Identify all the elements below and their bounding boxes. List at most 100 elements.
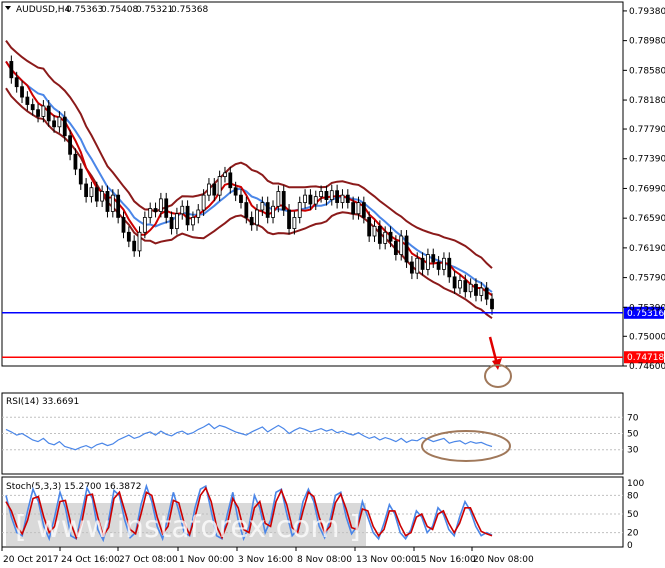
candle-body — [52, 120, 56, 128]
candle-body — [287, 209, 291, 229]
price-tick-label: 0.77390 — [629, 155, 665, 165]
candle-body — [30, 104, 35, 111]
candle-body — [223, 172, 227, 177]
candle-body — [73, 153, 78, 170]
candle-body — [233, 187, 238, 196]
candle-body — [185, 205, 190, 226]
ohlc-close: 0.75368 — [171, 5, 208, 15]
candle-body — [207, 183, 211, 196]
rsi-axis: 70 50 30 — [627, 413, 639, 455]
stoch-tick-label: 100 — [627, 479, 644, 489]
candle-body — [158, 198, 163, 212]
candle-body — [345, 194, 350, 203]
candle-body — [148, 208, 153, 218]
time-tick-label: 8 Nov 08:00 — [297, 555, 352, 565]
candle-body — [9, 61, 14, 79]
candle-body — [201, 194, 206, 211]
price-tick-label: 0.79380 — [629, 7, 665, 17]
stoch-tick-label: 20 — [627, 529, 639, 539]
candle-body — [426, 254, 430, 270]
price-title: AUDUSD,H4 — [16, 5, 71, 15]
candle-body — [447, 257, 452, 278]
candle-body — [452, 276, 457, 289]
candle-body — [404, 235, 409, 263]
candle-body — [442, 257, 446, 270]
price-tick-label: 0.77790 — [629, 125, 665, 135]
ohlc-open: 0.75363 — [66, 5, 103, 15]
time-tick-label: 15 Nov 16:00 — [415, 555, 476, 565]
candle-body — [276, 191, 281, 207]
candle-body — [335, 190, 340, 203]
candle-body — [351, 202, 356, 215]
price-tick-label: 0.78980 — [629, 37, 665, 47]
candle-body — [388, 231, 393, 242]
candle-body — [153, 208, 158, 212]
rsi-tick-label: 50 — [627, 430, 639, 440]
candle-body — [89, 187, 94, 198]
candle-body — [292, 217, 297, 229]
candle-body — [377, 225, 382, 244]
ohlc-high: 0.75408 — [101, 5, 138, 15]
candle-body — [271, 205, 275, 218]
candle-body — [57, 116, 62, 128]
candle-body — [105, 191, 110, 212]
rsi-panel: RSI(14) 33.6691 70 50 30 — [1, 392, 639, 475]
trading-chart: AUDUSD,H4 0.75363 0.75408 0.75321 0.7536… — [1, 1, 665, 565]
candle-body — [239, 194, 243, 203]
candle-body — [490, 298, 494, 310]
candle-body — [474, 283, 478, 296]
candle-body — [20, 86, 24, 98]
candle-body — [110, 194, 115, 212]
price-tick-label: 0.75790 — [629, 274, 665, 284]
stoch-tick-label: 50 — [627, 510, 639, 520]
candle-body — [244, 202, 249, 218]
candle-body — [436, 261, 441, 270]
candle-body — [324, 191, 329, 201]
candle-body — [367, 217, 372, 237]
candle-body — [212, 183, 217, 196]
candle-body — [78, 168, 83, 185]
candle-body — [484, 287, 489, 300]
candle-body — [420, 257, 425, 270]
candle-body — [137, 231, 142, 252]
price-panel: AUDUSD,H4 0.75363 0.75408 0.75321 0.7536… — [1, 1, 665, 388]
candle-body — [329, 190, 334, 201]
time-tick-label: 27 Oct 08:00 — [119, 555, 178, 565]
candle-body — [458, 280, 462, 289]
candle-body — [191, 217, 195, 226]
candle-body — [356, 202, 361, 215]
stoch-tick-label: 80 — [627, 491, 639, 501]
candle-body — [265, 202, 270, 218]
price-tick-label: 0.75390 — [629, 303, 665, 313]
time-tick-label: 20 Oct 2017 — [3, 555, 59, 565]
candle-body — [68, 135, 72, 155]
candle-body — [169, 217, 174, 229]
candle-body — [132, 240, 137, 252]
candle-body — [409, 261, 414, 274]
candle-body — [121, 217, 126, 233]
candle-body — [303, 194, 307, 203]
ohlc-low: 0.75321 — [136, 5, 173, 15]
candle-body — [46, 105, 51, 122]
candle-body — [126, 231, 131, 242]
price-tick-label: 0.76990 — [629, 184, 665, 194]
price-tick-label: 0.76190 — [629, 244, 665, 254]
candle-body — [479, 287, 484, 296]
candle-body — [14, 77, 19, 88]
candle-body — [100, 191, 105, 202]
stoch-title: Stoch(5,3,3) 15.2700 16.3872 — [6, 482, 141, 492]
watermark-text: [ www.instaforex.com ] — [15, 510, 361, 545]
candle-body — [372, 225, 377, 237]
candle-body — [260, 202, 265, 211]
rsi-tick-label: 30 — [627, 446, 639, 456]
time-axis: 20 Oct 2017 24 Oct 16:00 27 Oct 08:00 1 Nov… — [1, 547, 534, 565]
candle-body — [196, 209, 201, 218]
rsi-title: RSI(14) 33.6691 — [6, 397, 79, 407]
price-tick-label: 0.78180 — [629, 96, 665, 106]
candle-body — [308, 194, 313, 205]
stoch-tick-label: 0 — [627, 541, 633, 551]
time-tick-label: 1 Nov 00:00 — [179, 555, 234, 565]
candle-body — [281, 191, 286, 211]
rsi-tick-label: 70 — [627, 413, 639, 423]
time-tick-label: 13 Nov 00:00 — [356, 555, 417, 565]
